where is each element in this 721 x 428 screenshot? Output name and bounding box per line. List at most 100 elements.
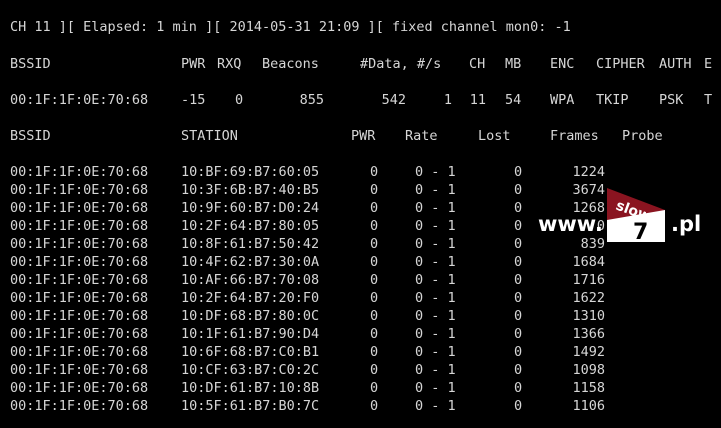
st-cell-station: 10:5F:61:B7:B0:7C (181, 398, 320, 414)
st-cell-station: 10:1F:61:B7:90:D4 (181, 326, 320, 342)
st-cell-bssid: 00:1F:1F:0E:70:68 (10, 362, 149, 378)
st-cell-pwr: 0 (370, 254, 379, 270)
st-header-bssid: BSSID (10, 128, 51, 144)
st-cell-bssid: 00:1F:1F:0E:70:68 (10, 344, 149, 360)
st-cell-pwr: 0 (370, 308, 379, 324)
st-cell-frames: 1106 (572, 398, 605, 414)
st-cell-rate: 0 - 1 (415, 182, 456, 198)
st-cell-bssid: 00:1F:1F:0E:70:68 (10, 290, 149, 306)
st-cell-lost: 0 (514, 218, 523, 234)
ap-cell-rxq: 0 (235, 92, 244, 108)
st-cell-pwr: 0 (370, 236, 379, 252)
st-cell-bssid: 00:1F:1F:0E:70:68 (10, 182, 149, 198)
st-cell-lost: 0 (514, 380, 523, 396)
ap-cell-ch: 11 (469, 92, 486, 108)
st-cell-lost: 0 (514, 344, 523, 360)
st-cell-rate: 0 - 1 (415, 218, 456, 234)
st-cell-frames: 1224 (572, 164, 605, 180)
st-cell-rate: 0 - 1 (415, 272, 456, 288)
st-cell-frames: 3674 (572, 182, 605, 198)
st-cell-bssid: 00:1F:1F:0E:70:68 (10, 218, 149, 234)
ap-cell-cipher: TKIP (596, 92, 629, 108)
st-cell-lost: 0 (514, 326, 523, 342)
st-header-probe: Probe (622, 128, 663, 144)
ap-header-bssid: BSSID (10, 56, 51, 72)
ap-cell-rate: 1 (443, 92, 452, 108)
st-header-rate: Rate (405, 128, 438, 144)
st-cell-rate: 0 - 1 (415, 200, 456, 216)
st-cell-lost: 0 (514, 254, 523, 270)
st-cell-rate: 0 - 1 (415, 344, 456, 360)
st-cell-lost: 0 (514, 200, 523, 216)
slow7-logo-icon: slow 7 (607, 188, 665, 242)
st-cell-pwr: 0 (370, 344, 379, 360)
ap-cell-bssid: 00:1F:1F:0E:70:68 (10, 92, 149, 108)
st-cell-rate: 0 - 1 (415, 326, 456, 342)
st-cell-rate: 0 - 1 (415, 362, 456, 378)
ap-cell-auth: PSK (659, 92, 684, 108)
ap-header-rxq: RXQ (217, 56, 242, 72)
st-cell-station: 10:AF:66:B7:70:08 (181, 272, 320, 288)
st-cell-station: 10:CF:63:B7:C0:2C (181, 362, 320, 378)
st-cell-lost: 0 (514, 398, 523, 414)
st-header-pwr: PWR (351, 128, 376, 144)
st-cell-bssid: 00:1F:1F:0E:70:68 (10, 236, 149, 252)
st-cell-station: 10:4F:62:B7:30:0A (181, 254, 320, 270)
st-cell-rate: 0 - 1 (415, 164, 456, 180)
st-cell-pwr: 0 (370, 380, 379, 396)
st-cell-frames: 1310 (572, 308, 605, 324)
st-cell-pwr: 0 (370, 398, 379, 414)
ap-cell-pwr: -15 (181, 92, 206, 108)
st-cell-rate: 0 - 1 (415, 236, 456, 252)
terminal-window[interactable]: CH 11 ][ Elapsed: 1 min ][ 2014-05-31 21… (0, 0, 721, 428)
status-line: CH 11 ][ Elapsed: 1 min ][ 2014-05-31 21… (10, 19, 571, 35)
st-cell-station: 10:DF:68:B7:80:0C (181, 308, 320, 324)
logo-number: 7 (633, 220, 648, 242)
ap-header-ch: CH (469, 56, 486, 72)
st-cell-bssid: 00:1F:1F:0E:70:68 (10, 200, 149, 216)
ap-header-cipher: CIPHER (596, 56, 645, 72)
st-cell-station: 10:6F:68:B7:C0:B1 (181, 344, 320, 360)
st-cell-rate: 0 - 1 (415, 398, 456, 414)
st-cell-lost: 0 (514, 308, 523, 324)
ap-header-beacons: Beacons (262, 56, 319, 72)
st-cell-station: 10:2F:64:B7:80:05 (181, 218, 320, 234)
st-cell-pwr: 0 (370, 290, 379, 306)
st-cell-bssid: 00:1F:1F:0E:70:68 (10, 326, 149, 342)
st-cell-bssid: 00:1F:1F:0E:70:68 (10, 164, 149, 180)
st-cell-pwr: 0 (370, 272, 379, 288)
ap-header-auth: AUTH (659, 56, 692, 72)
ap-header-enc: ENC (550, 56, 575, 72)
st-cell-rate: 0 - 1 (415, 380, 456, 396)
watermark-prefix: www. (538, 212, 603, 236)
st-cell-lost: 0 (514, 362, 523, 378)
st-cell-rate: 0 - 1 (415, 254, 456, 270)
st-cell-station: 10:DF:61:B7:10:8B (181, 380, 320, 396)
st-cell-station: 10:3F:6B:B7:40:B5 (181, 182, 320, 198)
st-cell-lost: 0 (514, 290, 523, 306)
st-cell-lost: 0 (514, 164, 523, 180)
st-cell-bssid: 00:1F:1F:0E:70:68 (10, 254, 149, 270)
st-cell-frames: 1622 (572, 290, 605, 306)
st-cell-lost: 0 (514, 236, 523, 252)
st-cell-lost: 0 (514, 272, 523, 288)
st-cell-station: 10:2F:64:B7:20:F0 (181, 290, 320, 306)
st-cell-frames: 1366 (572, 326, 605, 342)
st-cell-frames: 1684 (572, 254, 605, 270)
st-cell-pwr: 0 (370, 200, 379, 216)
ap-cell-essid: T (704, 92, 713, 108)
ap-header-data: #Data, #/s (360, 56, 442, 72)
st-cell-frames: 839 (580, 236, 605, 252)
watermark-suffix: .pl (671, 212, 702, 236)
st-cell-station: 10:9F:60:B7:D0:24 (181, 200, 320, 216)
st-cell-pwr: 0 (370, 362, 379, 378)
st-cell-station: 10:BF:69:B7:60:05 (181, 164, 320, 180)
st-cell-bssid: 00:1F:1F:0E:70:68 (10, 398, 149, 414)
st-cell-pwr: 0 (370, 182, 379, 198)
ap-cell-mb: 54 (505, 92, 522, 108)
st-cell-rate: 0 - 1 (415, 308, 456, 324)
st-cell-frames: 1098 (572, 362, 605, 378)
st-cell-station: 10:8F:61:B7:50:42 (181, 236, 320, 252)
ap-header-pwr: PWR (181, 56, 206, 72)
st-cell-bssid: 00:1F:1F:0E:70:68 (10, 380, 149, 396)
